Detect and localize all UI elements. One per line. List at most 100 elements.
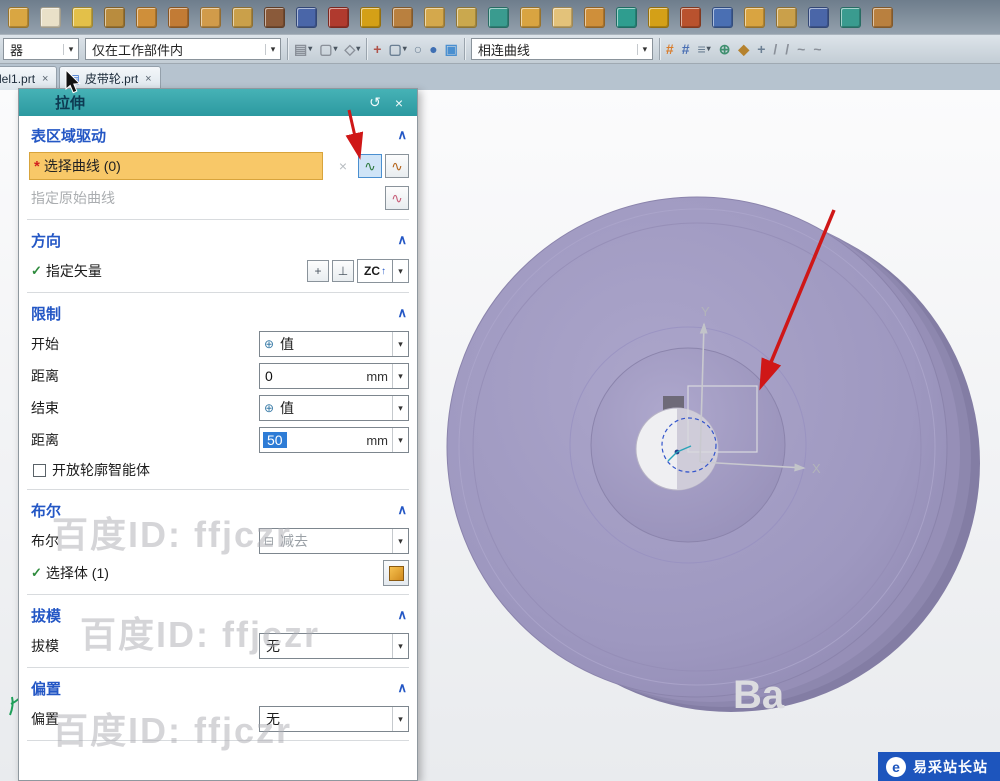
close-icon[interactable]: ×	[42, 73, 48, 85]
datum-plane-icon[interactable]	[8, 6, 29, 28]
section-region-title: 表区域驱动	[31, 127, 107, 145]
type-filter-dropdown[interactable]: 器 ▾	[3, 38, 79, 60]
start-mode-dropdown[interactable]: ⊕ 值 ▾	[259, 331, 409, 357]
curve-tool-icon[interactable]: ~	[797, 42, 805, 56]
section-limits-header[interactable]: 限制 ∧	[27, 298, 409, 328]
close-icon[interactable]: ×	[145, 73, 151, 85]
dialog-title: 拉伸	[55, 95, 86, 112]
end-label: 结束	[31, 400, 59, 416]
offset-face-icon[interactable]	[680, 6, 701, 28]
chevron-up-icon[interactable]: ∧	[397, 232, 407, 248]
snap-list-icon[interactable]: ≡ ▾	[698, 42, 711, 56]
curve-rule-dropdown[interactable]: 相连曲线 ▾	[470, 38, 653, 60]
line-tool-icon[interactable]: /	[773, 42, 777, 56]
vector-dropdown-arrow[interactable]: ▾	[393, 259, 409, 283]
grid-snap-alt-icon[interactable]: #	[682, 42, 690, 56]
wcs-display-icon[interactable]: ▣	[445, 42, 458, 56]
main-toolbar	[0, 0, 1000, 34]
lasso-select-icon[interactable]: ○	[414, 42, 422, 56]
close-icon[interactable]: ×	[389, 95, 409, 111]
cylinder-feature-icon[interactable]	[136, 6, 157, 28]
section-boolean-header[interactable]: 布尔 ∧	[27, 495, 409, 525]
rib-icon[interactable]	[264, 6, 285, 28]
midpoint-snap-icon[interactable]: ◆	[738, 42, 749, 56]
select-general-icon[interactable]: +	[373, 42, 381, 56]
selection-scope-icon[interactable]: ◇ ▾	[345, 42, 361, 56]
curve-select-icon[interactable]: ∿	[358, 154, 382, 178]
grid-snap-icon[interactable]: #	[666, 42, 674, 56]
solid-body-icon	[388, 565, 404, 581]
deselect-all-icon[interactable]: ×	[331, 154, 355, 178]
draft-mode-value: 无	[266, 638, 280, 654]
reverse-vector-icon[interactable]: ⊥	[332, 260, 354, 282]
vector-dialog-icon[interactable]: +	[307, 260, 329, 282]
offset-mode-row: 偏置 无 ▾	[27, 703, 409, 735]
draft-feature-icon[interactable]	[584, 6, 605, 28]
tube-icon[interactable]	[744, 6, 765, 28]
intersect-icon[interactable]	[392, 6, 413, 28]
ruled-surface-icon[interactable]	[840, 6, 861, 28]
block-feature-icon[interactable]	[104, 6, 125, 28]
offset-mode-dropdown[interactable]: 无 ▾	[259, 706, 409, 732]
shell-icon[interactable]	[424, 6, 445, 28]
chamfer-icon[interactable]	[552, 6, 573, 28]
scale-body-icon[interactable]	[712, 6, 733, 28]
type-filter-value: 器	[10, 42, 24, 58]
sphere-feature-icon[interactable]	[72, 6, 93, 28]
point-on-curve-icon[interactable]: ⊕	[719, 42, 731, 56]
sketch-section-icon[interactable]: ∿	[385, 154, 409, 178]
section-draft-header[interactable]: 拔模 ∧	[27, 600, 409, 630]
revolve-icon[interactable]	[200, 6, 221, 28]
through-curves-icon[interactable]	[808, 6, 829, 28]
trim-body-icon[interactable]	[616, 6, 637, 28]
edge-blend-icon[interactable]	[520, 6, 541, 28]
select-body-icon[interactable]	[383, 560, 409, 586]
arc-tool-icon[interactable]: /	[785, 42, 789, 56]
tab-model1[interactable]: del1.prt ×	[0, 66, 58, 90]
scope-dropdown[interactable]: 仅在工作部件内 ▾	[85, 38, 281, 60]
subtract-icon[interactable]	[360, 6, 381, 28]
end-mode-dropdown[interactable]: ⊕ 值 ▾	[259, 395, 409, 421]
intersection-snap-icon[interactable]: +	[757, 42, 765, 56]
boolean-mode-row: 布尔 ⊟ 减去 ▾	[27, 525, 409, 557]
section-region-header[interactable]: 表区域驱动 ∧	[27, 120, 409, 150]
draft-mode-dropdown[interactable]: 无 ▾	[259, 633, 409, 659]
toolbar-separator	[287, 38, 288, 60]
start-distance-field[interactable]: 0 mm ▾	[259, 363, 409, 389]
chevron-up-icon[interactable]: ∧	[397, 607, 407, 623]
snap-point-icon[interactable]: ●	[429, 42, 437, 56]
highlight-filter-icon[interactable]: ▤ ▾	[294, 42, 312, 56]
rectangle-select-icon[interactable]: ▢ ▾	[388, 42, 406, 56]
reset-icon[interactable]: ↺	[365, 94, 385, 111]
vector-type-display[interactable]: ZC ↑	[357, 259, 393, 283]
split-body-icon[interactable]	[648, 6, 669, 28]
hole-icon[interactable]	[232, 6, 253, 28]
dialog-titlebar[interactable]: 拉伸 ↺ ×	[19, 89, 417, 116]
open-profile-checkbox[interactable]	[33, 463, 46, 477]
chevron-up-icon[interactable]: ∧	[397, 127, 407, 143]
mirror-feature-icon[interactable]	[488, 6, 509, 28]
chevron-down-icon: ▾	[392, 707, 408, 731]
draft-label: 拔模	[31, 638, 59, 654]
section-direction-header[interactable]: 方向 ∧	[27, 225, 409, 255]
emphasis-icon[interactable]	[296, 6, 317, 28]
chevron-up-icon[interactable]: ∧	[397, 305, 407, 321]
extrude-icon[interactable]	[168, 6, 189, 28]
pattern-feature-icon[interactable]	[456, 6, 477, 28]
toolbar-separator	[463, 38, 465, 60]
section-direction-title: 方向	[31, 232, 62, 250]
chevron-up-icon[interactable]: ∧	[397, 680, 407, 696]
end-distance-field[interactable]: 50 mm ▾	[259, 427, 409, 453]
select-curve-field[interactable]: * 选择曲线 (0)	[29, 152, 323, 180]
tab-pulley[interactable]: ▤ 皮带轮.prt ×	[59, 66, 161, 90]
unite-icon[interactable]	[328, 6, 349, 28]
sketch-icon[interactable]	[40, 6, 61, 28]
origin-curve-icon[interactable]: ∿	[385, 186, 409, 210]
boolean-mode-dropdown[interactable]: ⊟ 减去 ▾	[259, 528, 409, 554]
chevron-up-icon[interactable]: ∧	[397, 502, 407, 518]
section-offset-header[interactable]: 偏置 ∧	[27, 673, 409, 703]
snap-options-icon[interactable]: ▢ ▾	[319, 42, 337, 56]
sweep-icon[interactable]	[776, 6, 797, 28]
more-features-icon[interactable]	[872, 6, 893, 28]
spline-tool-icon[interactable]: ~	[813, 42, 821, 56]
